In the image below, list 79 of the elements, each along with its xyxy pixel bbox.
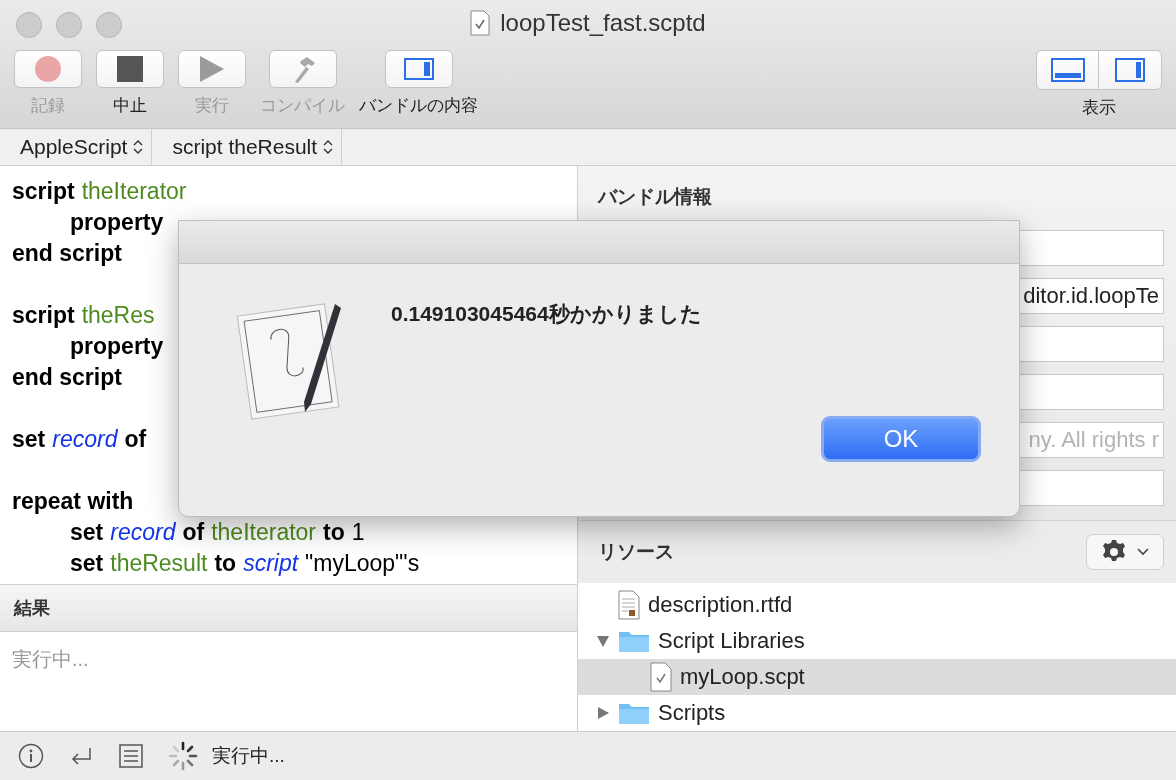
result-title: 結果	[14, 597, 50, 620]
sidebar-icon	[403, 58, 434, 80]
input-field[interactable]	[1018, 470, 1164, 506]
document-icon	[470, 10, 491, 36]
resource-item[interactable]: Scripts	[578, 695, 1176, 731]
stop-icon	[116, 55, 144, 83]
code-token: "myLoop"'s	[305, 550, 420, 578]
code-token: end script	[12, 240, 122, 268]
input-field[interactable]	[1018, 230, 1164, 266]
code-token: record	[110, 519, 176, 547]
script-file-icon	[650, 662, 672, 692]
window-title: loopTest_fast.scptd	[500, 9, 706, 37]
bundle-button[interactable]	[384, 50, 453, 88]
run-button[interactable]	[178, 50, 246, 88]
collapsed-triangle-icon[interactable]	[596, 706, 610, 720]
navigator-popup[interactable]: AppleScript	[0, 129, 153, 165]
toolbar-label: 表示	[1082, 97, 1116, 119]
toolbar-label: 実行	[195, 95, 229, 117]
code-token: theIterator	[81, 178, 187, 206]
resource-item[interactable]: description.rtfd	[578, 587, 1176, 623]
list-icon[interactable]	[118, 744, 144, 768]
toolbar-label: 中止	[113, 95, 147, 117]
code-token: end script	[12, 364, 122, 392]
resource-name: description.rtfd	[648, 592, 793, 618]
folder-icon	[618, 701, 650, 725]
side-panel-button[interactable]	[1099, 51, 1161, 89]
alert-message: 0.149103045464秒かかりました	[391, 301, 703, 327]
record-icon	[34, 55, 62, 83]
code-token: script	[12, 178, 75, 206]
resource-item[interactable]: myLoop.scpt	[578, 659, 1176, 695]
toolbar-label: コンパイル	[260, 95, 345, 117]
status-text: 実行中...	[212, 744, 285, 768]
rich-text-file-icon	[618, 590, 640, 620]
code-token: theIterator	[211, 519, 316, 547]
code-token: of	[182, 519, 205, 547]
code-token: theResult	[110, 550, 208, 578]
section-title: リソース	[598, 540, 674, 565]
spinner-icon	[168, 741, 198, 771]
navigator-popup[interactable]: script theResult	[152, 129, 343, 165]
bottom-panel-icon	[1050, 58, 1085, 82]
info-icon[interactable]	[18, 743, 44, 769]
toolbar-label: バンドルの内容	[359, 95, 478, 117]
play-icon	[199, 55, 225, 83]
code-token: to	[323, 519, 345, 547]
code-token: repeat with	[12, 488, 134, 516]
code-token: of	[124, 426, 147, 454]
compile-button[interactable]	[268, 50, 337, 88]
code-token: to	[214, 550, 237, 578]
code-token: set	[70, 550, 104, 578]
code-token: theRes	[81, 302, 155, 330]
record-button[interactable]	[14, 50, 82, 88]
code-token: record	[52, 426, 118, 454]
result-text: 実行中...	[12, 648, 89, 670]
stop-button[interactable]	[96, 50, 164, 88]
toolbar-label: 記録	[31, 95, 65, 117]
input-field[interactable]	[1018, 374, 1164, 410]
input-field[interactable]: ditor.id.loopTe	[1018, 278, 1164, 314]
side-panel-icon	[1115, 58, 1145, 82]
resource-name: myLoop.scpt	[680, 664, 805, 690]
resource-item[interactable]: Script Libraries	[578, 623, 1176, 659]
code-token: property	[70, 333, 164, 361]
updown-icon	[133, 139, 144, 155]
code-token: script	[243, 550, 299, 578]
resource-name: Script Libraries	[658, 628, 805, 654]
bottom-panel-button[interactable]	[1037, 51, 1099, 89]
updown-icon	[323, 139, 334, 155]
resource-name: Scripts	[658, 700, 726, 726]
code-token: 1	[351, 519, 365, 547]
folder-icon	[618, 629, 650, 653]
code-token: set	[12, 426, 46, 454]
input-field[interactable]	[1018, 326, 1164, 362]
chevron-down-icon	[1137, 548, 1149, 557]
action-menu-button[interactable]	[1086, 534, 1164, 571]
section-title: バンドル情報	[598, 186, 712, 207]
expanded-triangle-icon[interactable]	[596, 634, 610, 648]
code-token: script	[12, 302, 75, 330]
code-token: property	[70, 209, 164, 237]
code-token: set	[70, 519, 104, 547]
view-segmented-control[interactable]	[1036, 50, 1162, 90]
